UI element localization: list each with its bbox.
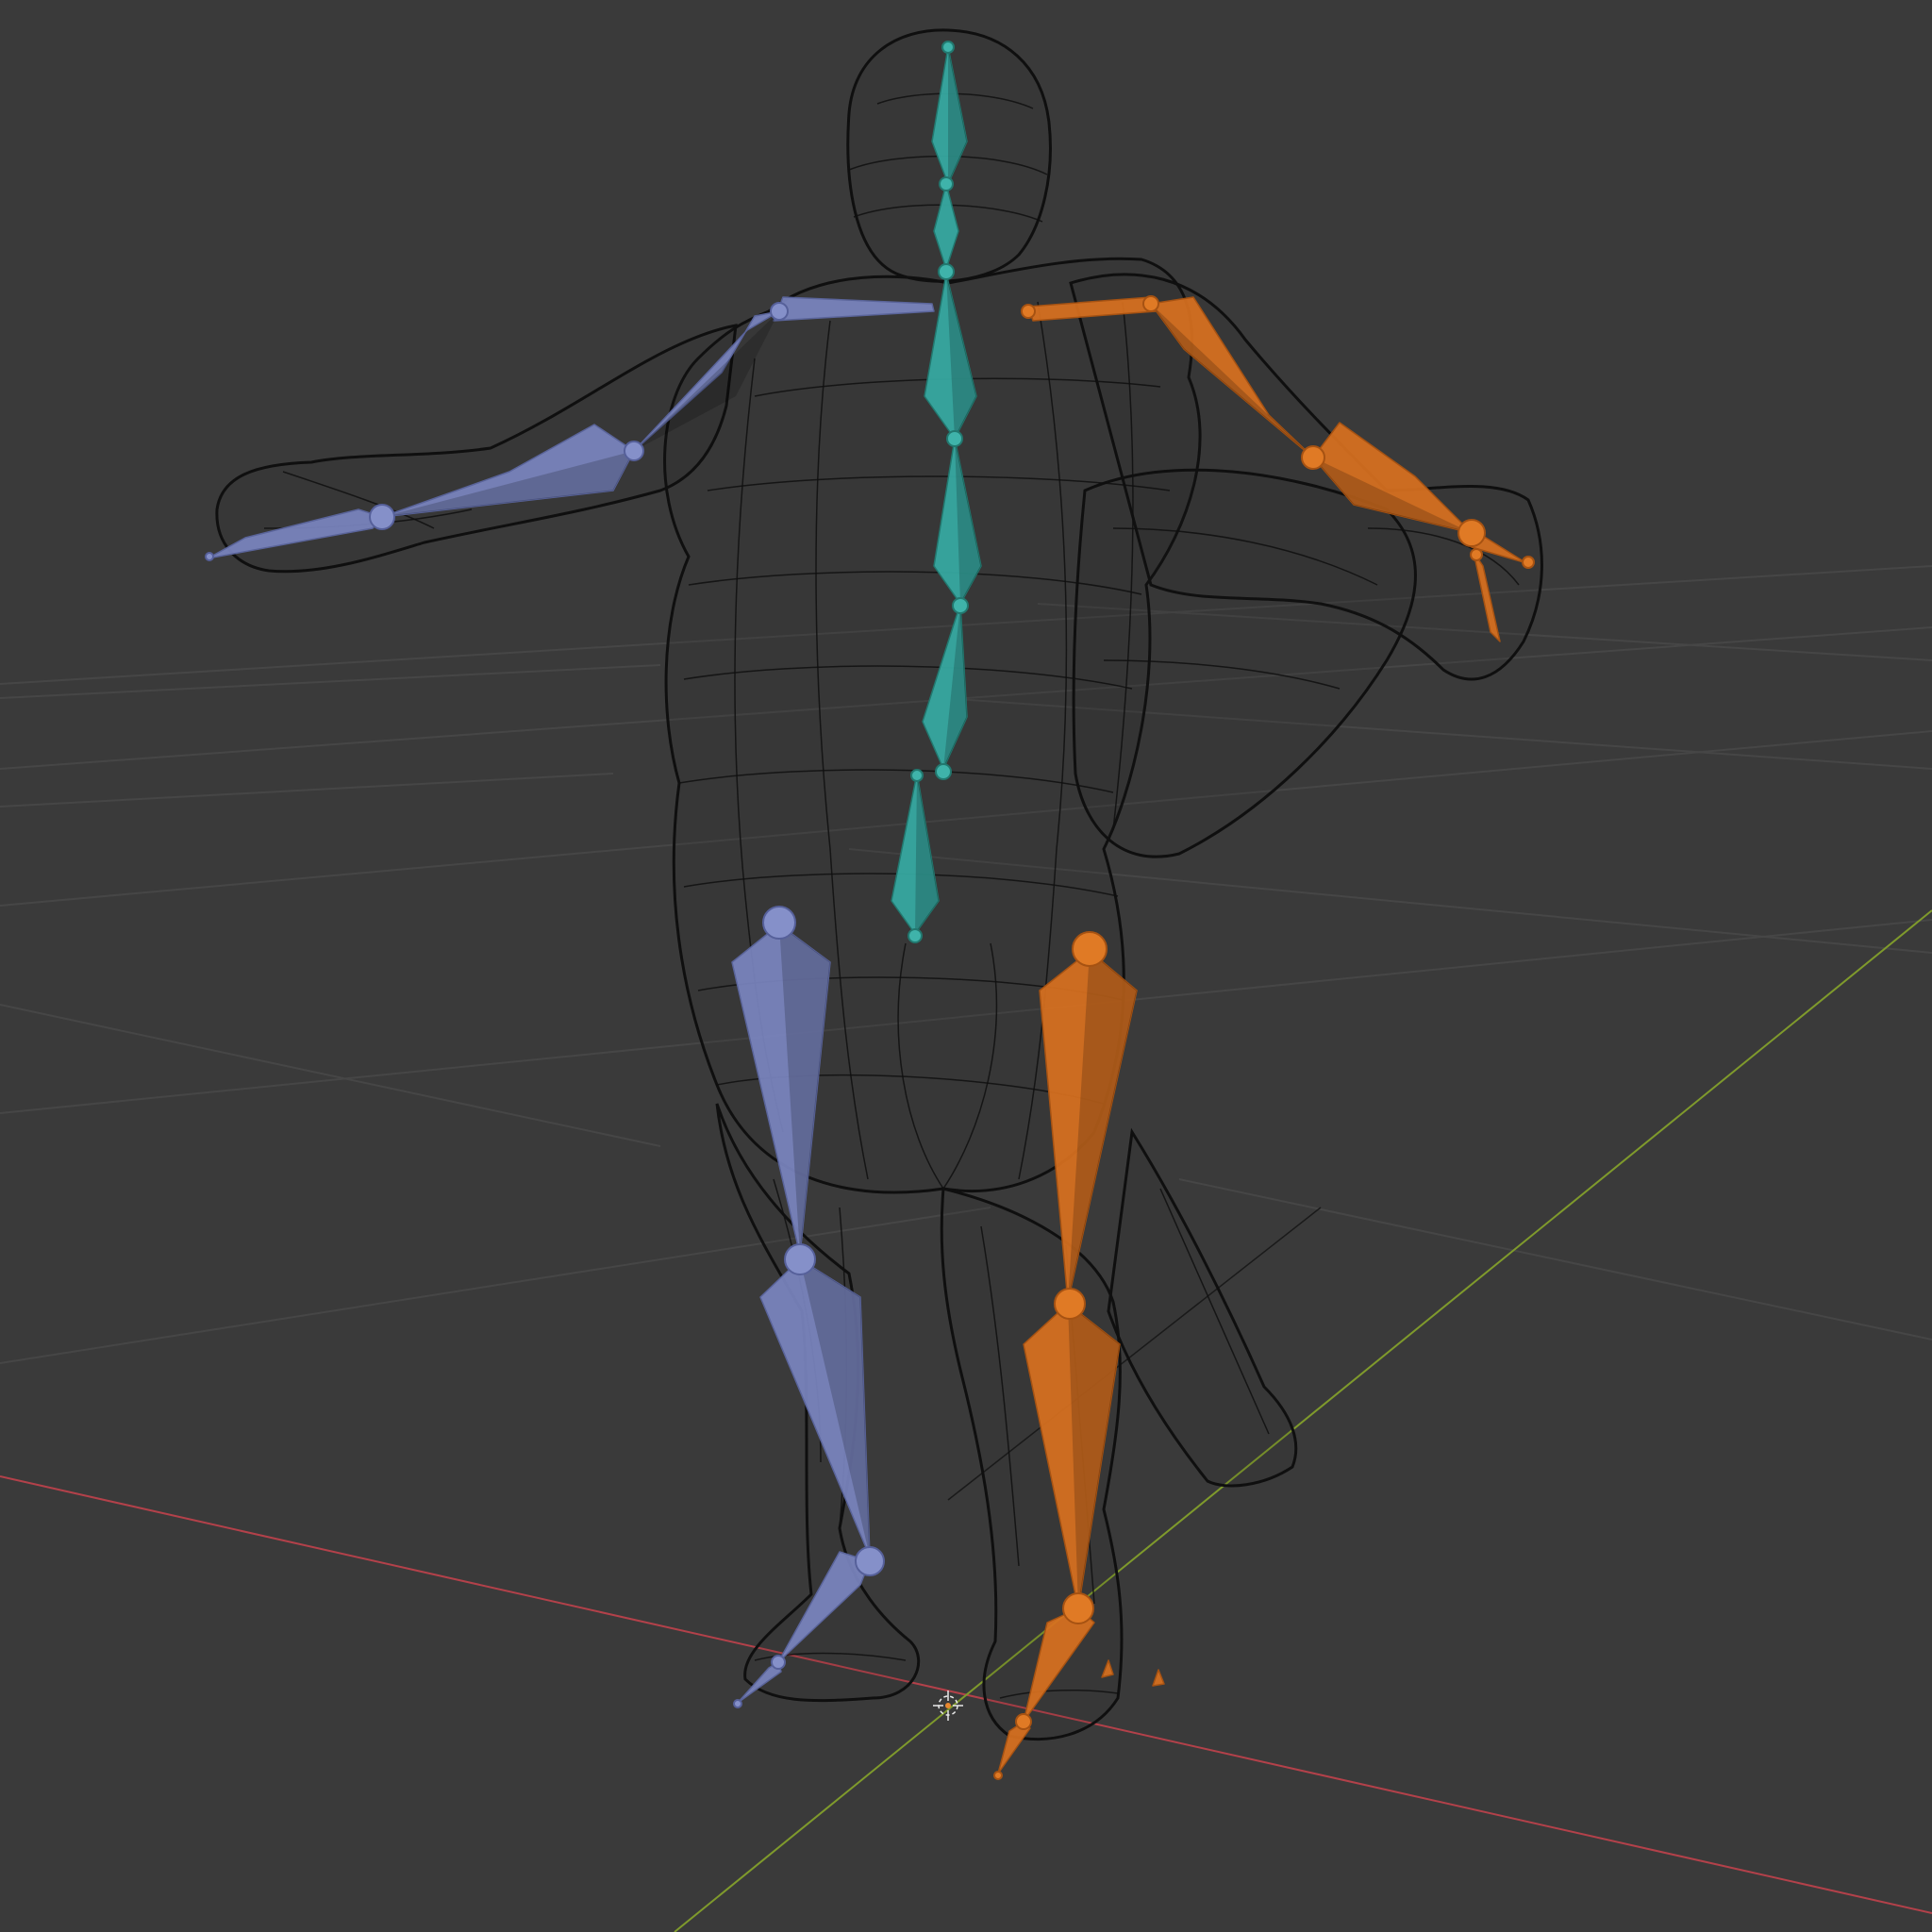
joint-spine[interactable]	[952, 597, 969, 614]
joint-clavicle-right[interactable]	[1142, 295, 1159, 312]
grid-line	[0, 1004, 661, 1147]
joint-pelvis-tip[interactable]	[908, 928, 923, 943]
joint-shoulder-right[interactable]	[1021, 304, 1036, 319]
joint-knee-left[interactable]	[784, 1243, 816, 1275]
joint-elbow-left[interactable]	[624, 441, 644, 461]
joint-chest[interactable]	[938, 263, 955, 280]
joint-hip-right[interactable]	[1072, 931, 1108, 967]
joint-spine[interactable]	[946, 430, 963, 447]
joint-wrist-left[interactable]	[369, 504, 395, 530]
joint-knee-right[interactable]	[1054, 1288, 1086, 1320]
joint-head-tip[interactable]	[941, 41, 955, 54]
joint-toe-right[interactable]	[1015, 1713, 1032, 1730]
joint-toe-tip-left[interactable]	[733, 1699, 742, 1708]
joint-finger-right[interactable]	[1470, 548, 1483, 561]
grid-line	[0, 664, 661, 699]
joint-ankle-left[interactable]	[855, 1546, 885, 1576]
3d-viewport[interactable]	[0, 0, 1932, 1932]
joint-hand-tip-left[interactable]	[205, 552, 214, 561]
grid-line	[0, 773, 614, 808]
grid-line	[1178, 1178, 1932, 1341]
joint-hand-tip-right[interactable]	[1522, 556, 1535, 569]
joint-ankle-right[interactable]	[1062, 1592, 1094, 1624]
joint-toe-tip-right[interactable]	[993, 1771, 1003, 1780]
joint-toe-left[interactable]	[771, 1655, 786, 1670]
joint-shoulder-left[interactable]	[770, 302, 789, 321]
joint-elbow-right[interactable]	[1301, 445, 1325, 470]
joint-neck[interactable]	[939, 176, 954, 192]
3d-cursor-dot	[945, 1703, 951, 1708]
bone-small-right[interactable]	[1152, 1669, 1165, 1687]
joint-pelvis[interactable]	[910, 769, 924, 782]
3d-cursor-icon[interactable]	[933, 1690, 963, 1721]
joint-spine[interactable]	[935, 763, 952, 780]
joint-hip-left[interactable]	[762, 906, 796, 940]
joint-wrist-right[interactable]	[1457, 519, 1486, 547]
wireframe-mesh[interactable]	[215, 28, 1543, 1741]
